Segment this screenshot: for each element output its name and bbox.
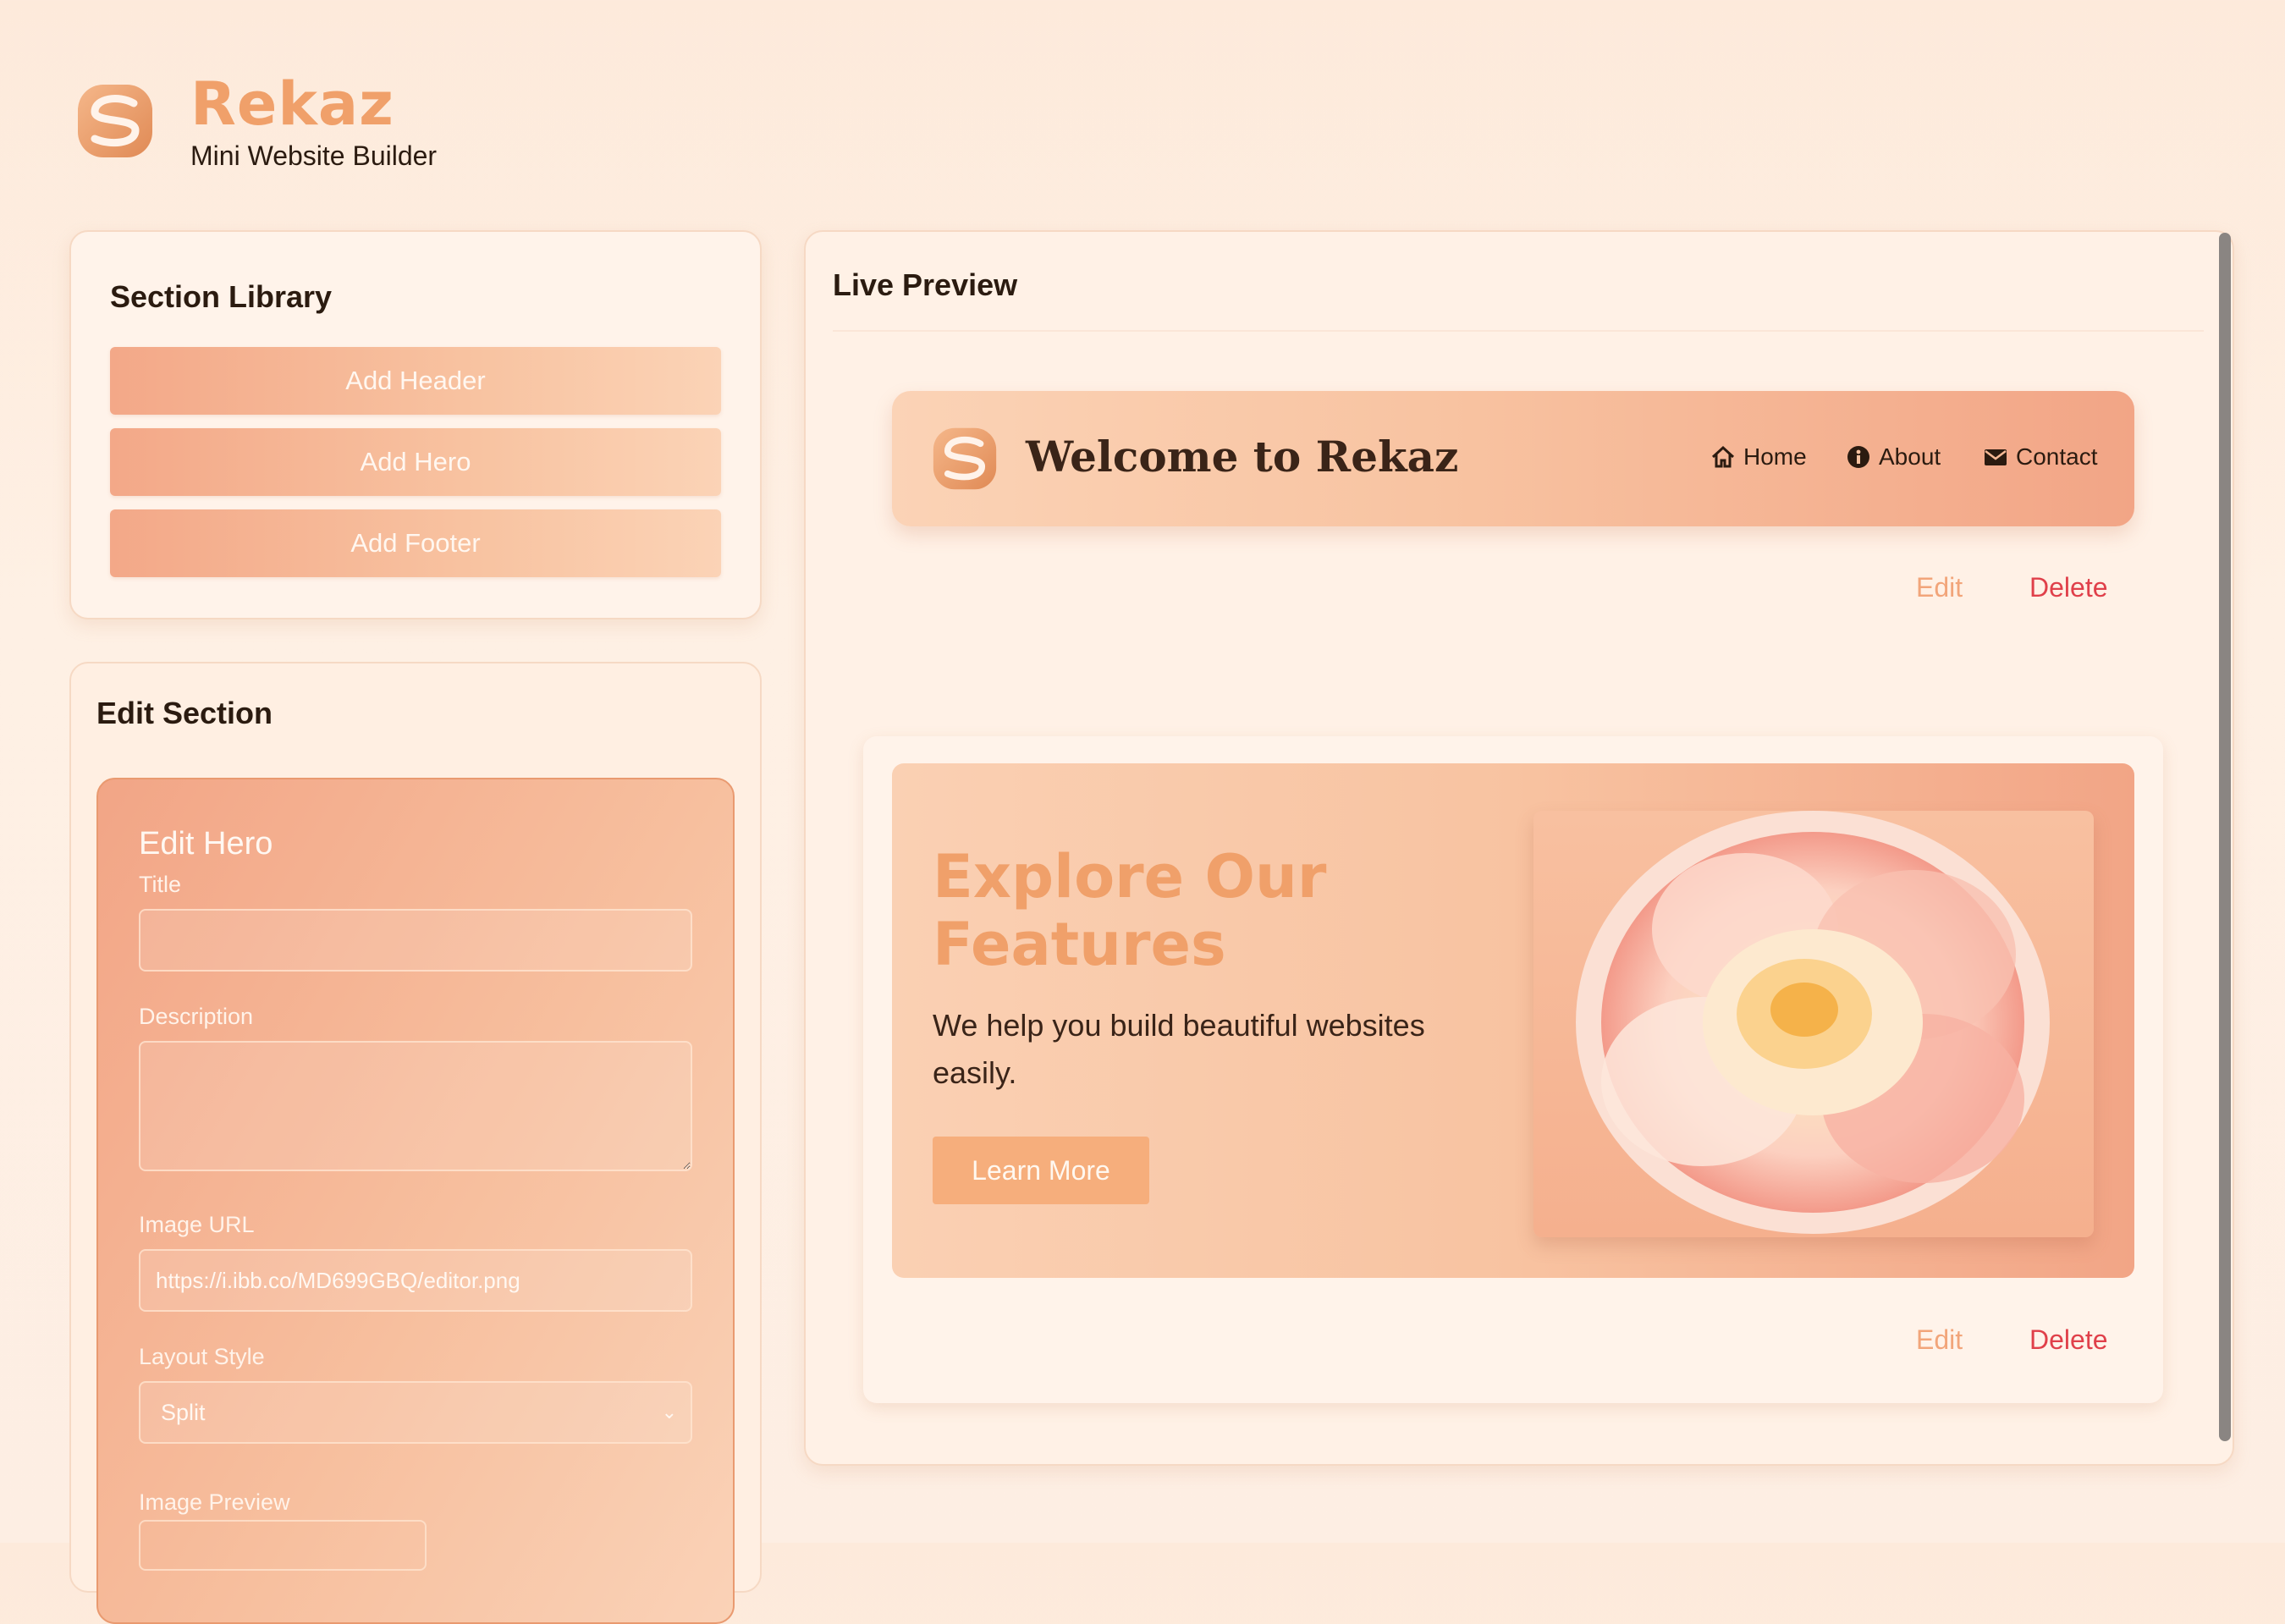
header-title: Welcome to Rekaz: [1026, 432, 1459, 482]
home-icon: [1711, 445, 1735, 468]
nav-about[interactable]: About: [1847, 443, 1941, 471]
nav-contact-label: Contact: [2016, 443, 2098, 470]
layout-style-value: Split: [161, 1400, 206, 1425]
nav-about-label: About: [1879, 443, 1941, 470]
divider: [833, 330, 2204, 332]
brand-name: Rekaz: [190, 69, 394, 139]
edit-hero-heading: Edit Hero: [139, 826, 273, 862]
nav-home[interactable]: Home: [1711, 443, 1807, 471]
hero-delete-link[interactable]: Delete: [2029, 1324, 2108, 1356]
rose-image: [1576, 811, 2050, 1234]
preview-scrollbar[interactable]: [2219, 233, 2231, 1441]
section-library-title: Section Library: [110, 279, 333, 314]
layout-style-label: Layout Style: [139, 1344, 265, 1369]
header-delete-link[interactable]: Delete: [2029, 572, 2108, 603]
nav-home-label: Home: [1743, 443, 1807, 470]
chevron-down-icon: ⌄: [661, 1401, 677, 1423]
title-input[interactable]: [139, 909, 692, 972]
nav-contact[interactable]: Contact: [1984, 443, 2098, 471]
hero-description: We help you build beautiful websites eas…: [933, 1008, 1425, 1090]
hero-title: Explore Our Features: [933, 842, 1327, 979]
image-preview-label: Image Preview: [139, 1489, 290, 1515]
info-icon: [1847, 446, 1869, 468]
hero-edit-link[interactable]: Edit: [1916, 1324, 1963, 1356]
envelope-icon: [1985, 449, 2007, 465]
edit-section-title: Edit Section: [96, 696, 273, 730]
image-url-label: Image URL: [139, 1212, 255, 1237]
add-hero-button[interactable]: Add Hero: [110, 428, 721, 496]
add-footer-button[interactable]: Add Footer: [110, 509, 721, 577]
learn-more-button[interactable]: Learn More: [933, 1137, 1149, 1204]
hero-image: [1533, 811, 2094, 1237]
description-textarea[interactable]: [139, 1041, 692, 1171]
layout-style-select[interactable]: Split ⌄: [139, 1381, 692, 1444]
title-label: Title: [139, 872, 182, 897]
header-edit-link[interactable]: Edit: [1916, 572, 1963, 603]
header-logo-icon: [933, 427, 997, 490]
brand-subtitle: Mini Website Builder: [190, 140, 438, 171]
live-preview-title: Live Preview: [833, 267, 1018, 302]
description-label: Description: [139, 1004, 254, 1029]
image-url-input[interactable]: https://i.ibb.co/MD699GBQ/editor.png: [139, 1249, 692, 1312]
add-header-button[interactable]: Add Header: [110, 347, 721, 415]
rekaz-logo-icon: [78, 85, 152, 157]
image-preview-box: [139, 1520, 427, 1571]
